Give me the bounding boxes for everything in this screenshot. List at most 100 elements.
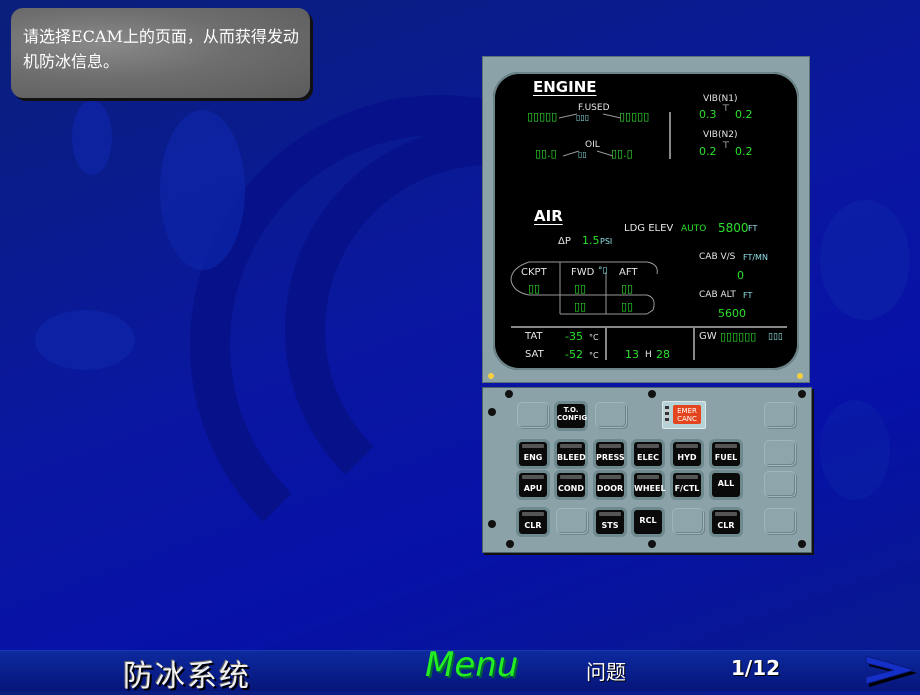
press-button[interactable]: PRESS <box>596 442 625 466</box>
section-title: 防冰系统 <box>123 659 251 694</box>
eng-button[interactable]: ENG <box>519 442 547 466</box>
oil-left-value: ▯▯.▯ <box>535 147 557 160</box>
ckpt-label: CKPT <box>521 267 547 278</box>
apu-button[interactable]: APU <box>519 473 547 497</box>
elec-button[interactable]: ELEC <box>634 442 662 466</box>
fused-connector-lines <box>559 113 621 119</box>
ecam-screen: ENGINE F.USED ▯▯▯▯▯ ▯▯▯ ▯▯▯▯▯ OIL ▯▯.▯ ▯… <box>493 72 799 370</box>
door-button[interactable]: DOOR <box>596 473 624 497</box>
bleed-label: BLEED <box>557 453 586 462</box>
background-shape <box>35 310 135 370</box>
delta-p-value: 1.5 <box>582 234 600 247</box>
fctl-button[interactable]: F/CTL <box>673 473 701 497</box>
blank-key <box>595 402 627 428</box>
clr-left-label: CLR <box>524 521 542 530</box>
background-shape <box>820 400 890 500</box>
sts-label: STS <box>601 521 619 530</box>
blank-key <box>764 402 796 428</box>
vib-n1-tick: ⊤ <box>722 104 730 114</box>
engine-title: ENGINE <box>533 78 597 96</box>
wheel-label: WHEEL <box>634 484 666 493</box>
elec-label: ELEC <box>637 453 659 462</box>
vib-n2-tick: ⊤ <box>722 141 730 151</box>
screw <box>648 540 656 548</box>
ldg-elev-unit: FT <box>748 224 758 233</box>
gw-unit: ▯▯▯ <box>768 332 783 342</box>
cab-vs-unit: FT/MN <box>743 253 768 262</box>
clr-right-button[interactable]: CLR <box>712 510 740 534</box>
gw-value: ▯▯▯▯▯▯ <box>720 330 757 343</box>
ldg-elev-value: 5800 <box>718 221 749 235</box>
clr-left-button[interactable]: CLR <box>519 510 547 534</box>
blank-key <box>764 440 796 466</box>
time-hours: 13 <box>625 348 639 361</box>
fused-right-value: ▯▯▯▯▯ <box>619 110 650 123</box>
aft-value-2: ▯▯ <box>621 300 634 313</box>
bleed-button[interactable]: BLEED <box>557 442 586 466</box>
hyd-label: HYD <box>677 453 697 462</box>
ldg-elev-label: LDG ELEV <box>624 223 674 234</box>
vib-n1-right: 0.2 <box>735 108 753 121</box>
vib-n2-right: 0.2 <box>735 145 753 158</box>
oil-connector-lines <box>563 150 613 157</box>
next-arrow-icon <box>865 655 917 687</box>
door-label: DOOR <box>596 484 624 493</box>
apu-label: APU <box>523 484 543 493</box>
cab-alt-unit: FT <box>743 291 753 300</box>
oil-right-value: ▯▯.▯ <box>611 147 633 160</box>
ckpt-value: ▯▯ <box>528 282 541 295</box>
hyd-button[interactable]: HYD <box>673 442 701 466</box>
time-minutes: 28 <box>656 348 670 361</box>
fwd-value-1: ▯▯ <box>574 282 587 295</box>
all-button[interactable]: ALL <box>712 473 740 497</box>
engine-divider <box>669 112 671 159</box>
aft-value-1: ▯▯ <box>621 282 634 295</box>
fwd-value-2: ▯▯ <box>574 300 587 313</box>
guard-hinge <box>665 406 669 423</box>
blank-key <box>764 508 796 534</box>
cond-label: COND <box>557 484 584 493</box>
quiz-link[interactable]: 问题 <box>586 656 626 685</box>
vib-n1-left: 0.3 <box>699 108 717 121</box>
blank-key <box>556 508 588 534</box>
to-config-button[interactable]: T.O. CONFIG <box>557 404 587 428</box>
menu-link[interactable]: Menu <box>425 645 518 685</box>
emer-canc-label: EMER CANC <box>673 405 701 424</box>
status-divider-right <box>693 326 695 360</box>
instruction-line-1: 请选择ECAM上的页面，从而获得发动 <box>23 27 299 46</box>
screw <box>488 520 496 528</box>
ecam-display-frame: ENGINE F.USED ▯▯▯▯▯ ▯▯▯ ▯▯▯▯▯ OIL ▯▯.▯ ▯… <box>482 56 810 383</box>
press-label: PRESS <box>596 453 625 462</box>
tat-unit: °C <box>589 333 599 342</box>
clr-right-label: CLR <box>717 521 735 530</box>
status-divider-left <box>605 326 607 360</box>
fwd-label: FWD <box>571 267 595 278</box>
degree-unit: °▯ <box>598 266 608 276</box>
sat-label: SAT <box>525 349 544 360</box>
rcl-button[interactable]: RCL <box>634 510 662 534</box>
wheel-button[interactable]: WHEEL <box>634 473 666 497</box>
cab-alt-value: 5600 <box>718 307 746 320</box>
fuel-button[interactable]: FUEL <box>712 442 740 466</box>
background-shape <box>820 200 910 320</box>
page-indicator: 1/12 <box>731 656 781 680</box>
screw <box>648 390 656 398</box>
cond-button[interactable]: COND <box>557 473 585 497</box>
brightness-indicator-right <box>797 373 803 379</box>
next-page-button[interactable] <box>862 652 918 688</box>
gw-label: GW <box>699 331 717 342</box>
vib-n1-label: VIB(N1) <box>703 94 738 104</box>
aft-label: AFT <box>619 267 638 278</box>
background-shape <box>160 110 245 270</box>
screw <box>798 390 806 398</box>
vib-n2-label: VIB(N2) <box>703 130 738 140</box>
fctl-label: F/CTL <box>674 484 700 493</box>
sat-value: -52 <box>565 348 583 361</box>
fuel-label: FUEL <box>714 453 738 462</box>
brightness-indicator-left <box>488 373 494 379</box>
instruction-box: 请选择ECAM上的页面，从而获得发动 机防冰信息。 <box>11 8 310 98</box>
blank-key <box>764 471 796 497</box>
emer-canc-button[interactable]: EMER CANC <box>662 401 706 429</box>
tat-label: TAT <box>525 331 543 342</box>
sts-button[interactable]: STS <box>596 510 624 534</box>
